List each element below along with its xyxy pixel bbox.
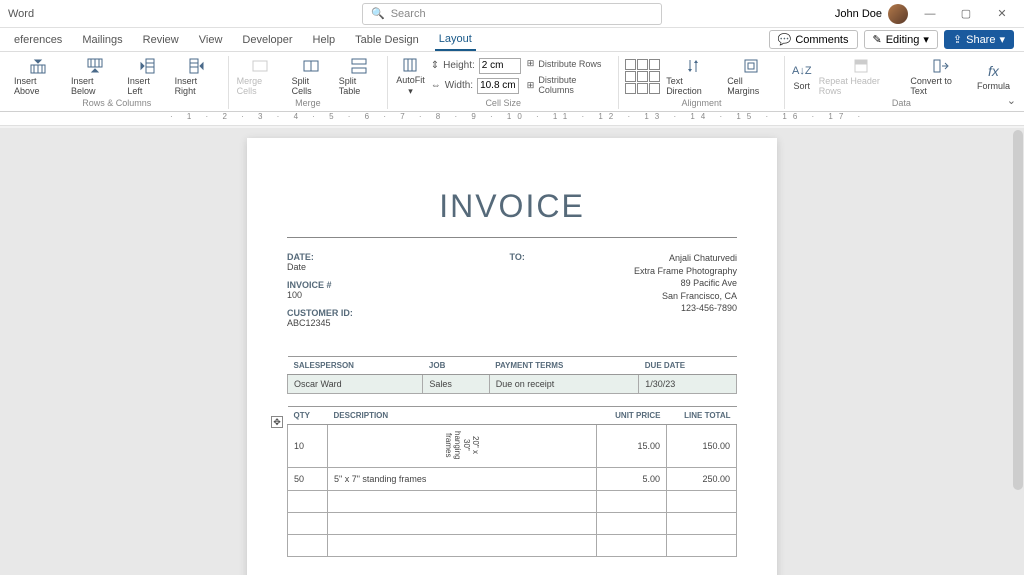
- merge-cells-button: Merge Cells: [235, 57, 286, 96]
- search-input[interactable]: 🔍 Search: [362, 3, 662, 25]
- insert-right-button[interactable]: Insert Right: [173, 57, 222, 96]
- items-table[interactable]: QTY DESCRIPTION UNIT PRICE LINE TOTAL 10…: [287, 406, 737, 557]
- comments-icon: 💬: [778, 33, 792, 46]
- share-icon: ⇪: [953, 33, 962, 46]
- table-row[interactable]: 10 20" x 30" hanging frames 15.00 150.00: [288, 425, 737, 468]
- col-total: LINE TOTAL: [667, 407, 737, 425]
- tab-bar: eferences Mailings Review View Developer…: [0, 28, 1024, 52]
- page: INVOICE DATE: Date INVOICE # 100 CUSTOME…: [247, 138, 777, 575]
- tab-table-design[interactable]: Table Design: [351, 30, 423, 50]
- width-icon: ⇔: [431, 80, 441, 91]
- search-icon: 🔍: [371, 7, 385, 20]
- insert-below-button[interactable]: Insert Below: [69, 57, 121, 96]
- width-row: ⇔ Width:: [431, 78, 521, 94]
- col-job: JOB: [423, 357, 489, 375]
- chevron-down-icon: ▾: [408, 86, 413, 97]
- tab-layout[interactable]: Layout: [435, 29, 476, 51]
- sort-button[interactable]: A↓ZSort: [791, 62, 813, 91]
- ribbon-collapse-icon[interactable]: ⌄: [1007, 94, 1016, 107]
- tab-review[interactable]: Review: [139, 30, 183, 50]
- table-row[interactable]: 50 5" x 7" standing frames 5.00 250.00: [288, 468, 737, 491]
- invoice-no-value: 100: [287, 290, 490, 300]
- editing-button[interactable]: ✎Editing▾: [864, 30, 938, 49]
- alignment-grid[interactable]: [625, 59, 660, 94]
- invoice-no-label: INVOICE #: [287, 280, 490, 290]
- tab-developer[interactable]: Developer: [238, 30, 296, 50]
- table-row[interactable]: Oscar Ward Sales Due on receipt 1/30/23: [288, 375, 737, 394]
- to-label: TO:: [510, 252, 525, 315]
- tab-help[interactable]: Help: [309, 30, 340, 50]
- group-merge: Merge: [295, 97, 321, 109]
- share-button[interactable]: ⇪Share▾: [944, 30, 1014, 49]
- height-icon: ⇕: [431, 60, 439, 71]
- col-qty: QTY: [288, 407, 328, 425]
- formula-button[interactable]: fxFormula: [975, 62, 1012, 91]
- invoice-meta: DATE: Date INVOICE # 100 CUSTOMER ID: AB…: [287, 252, 737, 336]
- table-row[interactable]: [288, 535, 737, 557]
- group-cell-size: Cell Size: [485, 97, 521, 109]
- group-data: Data: [892, 97, 911, 109]
- maximize-button[interactable]: ▢: [952, 0, 980, 28]
- date-value: Date: [287, 262, 490, 272]
- comments-button[interactable]: 💬Comments: [769, 30, 858, 49]
- ribbon: Insert Above Insert Below Insert Left In…: [0, 52, 1024, 112]
- title-rule: [287, 237, 737, 238]
- to-phone: 123-456-7890: [525, 302, 737, 315]
- cell-margins-button[interactable]: Cell Margins: [725, 57, 778, 96]
- repeat-header-button: Repeat Header Rows: [817, 57, 905, 96]
- dist-cols-icon: ⊞: [527, 80, 535, 91]
- table-move-handle[interactable]: ✥: [271, 416, 283, 428]
- tab-mailings[interactable]: Mailings: [78, 30, 126, 50]
- convert-text-button[interactable]: Convert to Text: [908, 57, 971, 96]
- search-placeholder: Search: [391, 8, 426, 20]
- table-row[interactable]: [288, 513, 737, 535]
- autofit-button[interactable]: AutoFit▾: [394, 56, 427, 97]
- order-info-table[interactable]: SALESPERSON JOB PAYMENT TERMS DUE DATE O…: [287, 356, 737, 394]
- date-label: DATE:: [287, 252, 490, 262]
- distribute-rows-button[interactable]: ⊞Distribute Rows: [525, 57, 612, 70]
- avatar: [888, 4, 908, 24]
- chevron-down-icon: ▾: [923, 33, 929, 46]
- col-desc: DESCRIPTION: [328, 407, 597, 425]
- tab-references[interactable]: eferences: [10, 30, 66, 50]
- user-area[interactable]: John Doe: [835, 4, 908, 24]
- pencil-icon: ✎: [873, 33, 882, 46]
- width-input[interactable]: [477, 78, 519, 94]
- customer-id-value: ABC12345: [287, 318, 490, 328]
- table-row[interactable]: [288, 491, 737, 513]
- close-button[interactable]: ✕: [988, 0, 1016, 28]
- insert-above-button[interactable]: Insert Above: [12, 57, 65, 96]
- chevron-down-icon: ▾: [999, 33, 1005, 46]
- vertical-desc: 20" x 30" hanging frames: [444, 431, 480, 459]
- col-due: DUE DATE: [639, 357, 737, 375]
- invoice-title: INVOICE: [287, 188, 737, 225]
- user-name: John Doe: [835, 8, 882, 20]
- to-street: 89 Pacific Ave: [525, 277, 737, 290]
- height-input[interactable]: [479, 58, 521, 74]
- title-bar: Word 🔍 Search John Doe — ▢ ✕: [0, 0, 1024, 28]
- text-direction-button[interactable]: Text Direction: [664, 57, 721, 96]
- group-alignment: Alignment: [681, 97, 721, 109]
- distribute-cols-button[interactable]: ⊞Distribute Columns: [525, 74, 612, 96]
- col-unit: UNIT PRICE: [597, 407, 667, 425]
- insert-left-button[interactable]: Insert Left: [125, 57, 168, 96]
- split-table-button[interactable]: Split Table: [337, 57, 381, 96]
- ruler: · 1 · 2 · 3 · 4 · 5 · 6 · 7 · 8 · 9 · 10…: [0, 112, 1024, 126]
- group-rows-cols: Rows & Columns: [82, 97, 151, 109]
- customer-id-label: CUSTOMER ID:: [287, 308, 490, 318]
- to-company: Extra Frame Photography: [525, 265, 737, 278]
- col-payment: PAYMENT TERMS: [489, 357, 639, 375]
- tab-view[interactable]: View: [195, 30, 227, 50]
- app-title: Word: [8, 8, 34, 20]
- minimize-button[interactable]: —: [916, 0, 944, 28]
- scrollbar[interactable]: [1013, 130, 1023, 490]
- split-cells-button[interactable]: Split Cells: [290, 57, 333, 96]
- to-name: Anjali Chaturvedi: [525, 252, 737, 265]
- col-salesperson: SALESPERSON: [288, 357, 423, 375]
- document-canvas: INVOICE DATE: Date INVOICE # 100 CUSTOME…: [0, 128, 1024, 575]
- dist-rows-icon: ⊞: [527, 58, 535, 69]
- to-city: San Francisco, CA: [525, 290, 737, 303]
- height-row: ⇕ Height:: [431, 58, 521, 74]
